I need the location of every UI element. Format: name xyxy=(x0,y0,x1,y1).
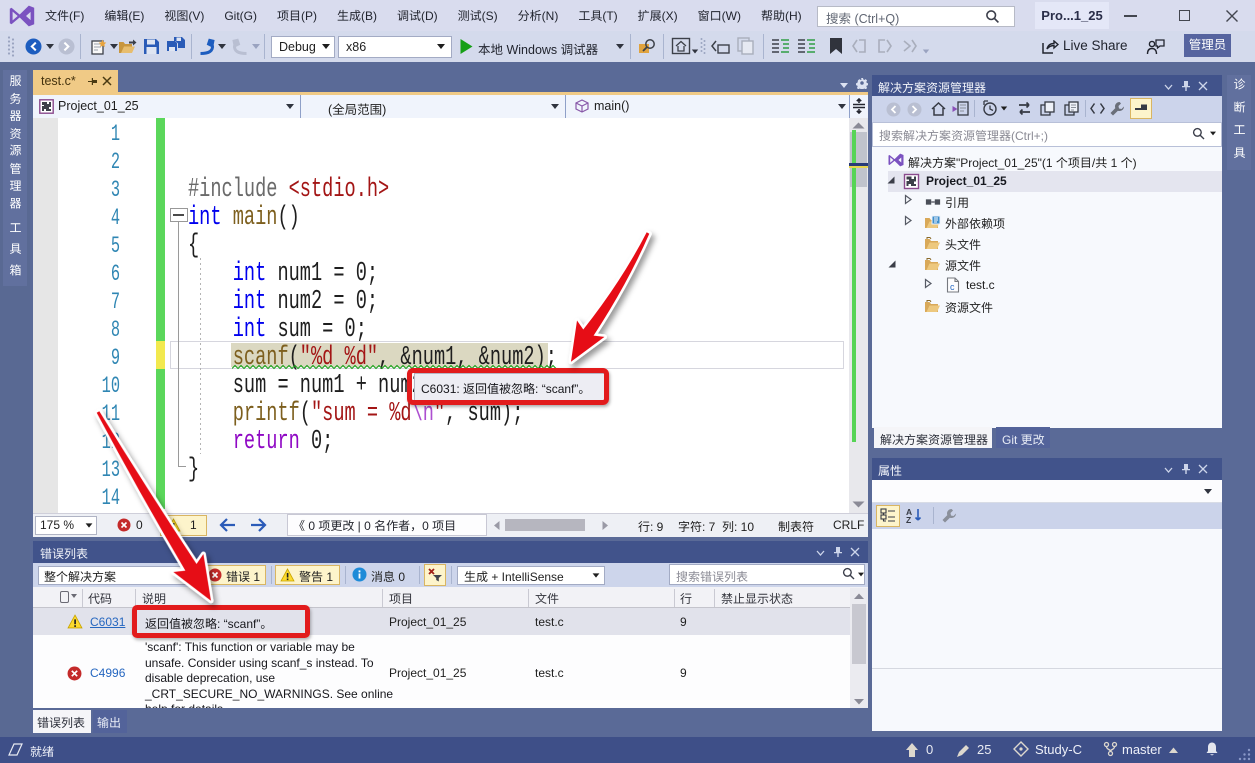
svg-text:c: c xyxy=(950,282,955,292)
svg-text:Z: Z xyxy=(906,515,911,524)
